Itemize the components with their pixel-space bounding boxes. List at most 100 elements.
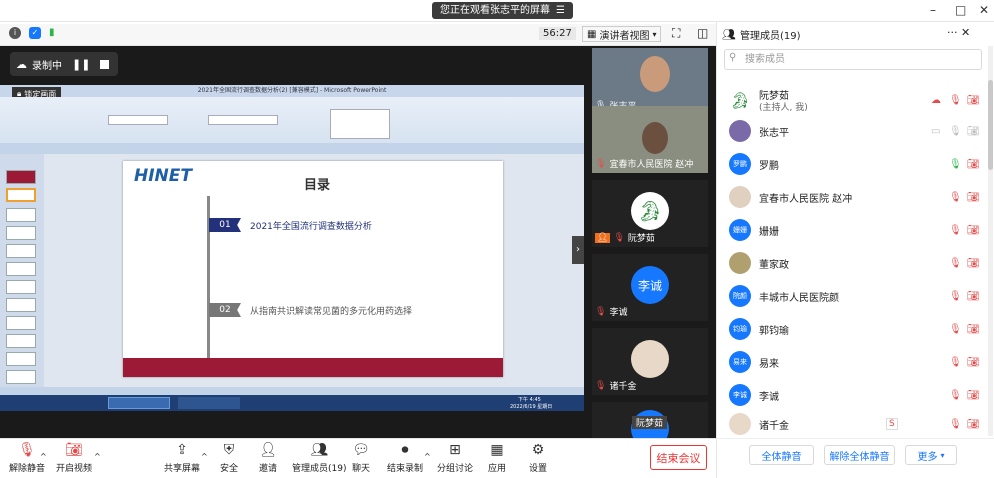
- hinet-logo: HINET: [134, 166, 192, 186]
- mic-off-icon[interactable]: 🎙︎: [949, 357, 962, 368]
- info-icon[interactable]: i: [9, 27, 21, 39]
- camera-off-icon[interactable]: 📷︎: [967, 95, 980, 106]
- ppt-title-bar: 2021年全国流行调查数据分析(2) [兼容模式] - Microsoft Po…: [0, 85, 584, 97]
- member-row[interactable]: 李诚 李诚 🎙︎ 📷︎: [716, 379, 984, 411]
- breakout-button[interactable]: ⊞ 分组讨论: [437, 442, 473, 474]
- fullscreen-icon[interactable]: ⛶: [672, 26, 680, 41]
- pause-icon[interactable]: ❚❚: [72, 58, 90, 71]
- more-button[interactable]: 更多 ▾: [905, 445, 957, 465]
- member-row[interactable]: 🐊︎ 阮梦茹 (主持人, 我) ☁ 🎙︎ 📷︎: [716, 84, 984, 116]
- video-tile[interactable]: 阮梦茹: [592, 402, 708, 438]
- camera-off-icon[interactable]: 📷︎: [967, 159, 980, 170]
- member-row[interactable]: 张志平 ▭ 🎙︎ 📷︎: [716, 115, 984, 147]
- invite-button[interactable]: 👤︎ 邀请: [259, 442, 277, 474]
- end-meeting-button[interactable]: 结束会议: [650, 445, 707, 470]
- avatar: 李诚: [631, 266, 669, 304]
- close-panel-icon[interactable]: ✕: [961, 26, 970, 39]
- slide-thumbnails[interactable]: [0, 154, 44, 388]
- avatar: 李诚: [729, 384, 751, 406]
- camera-off-icon[interactable]: 📷︎: [967, 192, 980, 203]
- member-row[interactable]: 董家政 🎙︎ 📷︎: [716, 247, 984, 279]
- avatar: [729, 413, 751, 435]
- scrollbar-thumb[interactable]: [988, 80, 993, 170]
- person-icon: 👤︎: [595, 232, 611, 243]
- manage-members-button[interactable]: 👥︎ 管理成员(19): [292, 442, 346, 474]
- add-user-icon: 👤︎: [259, 442, 277, 458]
- item-number-02: 02: [209, 303, 241, 317]
- video-tile[interactable]: 🎙︎ 宜春市人民医院 赵冲: [592, 106, 708, 173]
- collapse-arrow-icon[interactable]: ›: [572, 236, 584, 264]
- current-slide: [123, 161, 503, 377]
- unmute-all-button[interactable]: 解除全体静音: [824, 445, 895, 465]
- video-tile[interactable]: 🎙︎ 诸千金: [592, 328, 708, 395]
- mic-off-icon[interactable]: 🎙︎: [949, 390, 962, 401]
- apps-button[interactable]: ▦ 应用: [488, 442, 506, 474]
- camera-off-icon[interactable]: 📷︎: [967, 324, 980, 335]
- chevron-up-icon[interactable]: ^: [94, 452, 101, 461]
- avatar: [729, 186, 751, 208]
- member-row[interactable]: 院颜 丰城市人民医院颜 🎙︎ 📷︎: [716, 280, 984, 312]
- camera-off-icon[interactable]: 📷︎: [967, 225, 980, 236]
- more-icon[interactable]: ···: [947, 26, 958, 39]
- maximize-icon[interactable]: □: [955, 3, 966, 17]
- member-row[interactable]: 诸千金 S 🎙︎ 📷︎: [716, 412, 984, 436]
- camera-off-icon[interactable]: 📷︎: [967, 390, 980, 401]
- security-button[interactable]: ⛨ 安全: [220, 442, 238, 474]
- shield-icon[interactable]: ✓: [29, 27, 41, 39]
- view-mode-select[interactable]: ▦ 演讲者视图 ▾: [582, 26, 662, 42]
- avatar: [729, 252, 751, 274]
- cloud-icon: ☁: [16, 57, 27, 71]
- member-row[interactable]: 宜春市人民医院 赵冲 🎙︎ 📷︎: [716, 181, 984, 213]
- stop-icon[interactable]: [100, 59, 110, 69]
- breakout-icon: ⊞: [449, 442, 461, 458]
- screen-share-banner[interactable]: 您正在观看张志平的屏幕 ☰: [432, 2, 573, 19]
- mic-off-icon[interactable]: 🎙︎: [949, 291, 962, 302]
- video-tile[interactable]: 🐊︎ 👤︎ 🎙︎ 阮梦茹: [592, 180, 708, 247]
- mic-off-icon[interactable]: 🎙︎: [949, 192, 962, 203]
- sidebar-toggle-icon[interactable]: ◫: [697, 26, 708, 40]
- os-taskbar: 下午 4:45 2022/6/19 星期日: [0, 395, 584, 411]
- camera-off-icon[interactable]: 📷︎: [967, 291, 980, 302]
- search-input[interactable]: 搜索成员: [724, 49, 982, 70]
- users-icon: 👥︎: [310, 442, 329, 458]
- chevron-up-icon[interactable]: ^: [424, 452, 431, 461]
- chat-button[interactable]: 💬︎ 聊天: [352, 442, 370, 474]
- mic-off-icon: 🎙︎: [18, 442, 36, 458]
- apps-icon: ▦: [490, 442, 504, 458]
- mic-off-icon: 🎙︎: [613, 232, 625, 243]
- mic-off-icon[interactable]: 🎙︎: [949, 324, 962, 335]
- chevron-up-icon[interactable]: ^: [40, 452, 47, 461]
- chevron-up-icon[interactable]: ^: [201, 452, 208, 461]
- avatar: 罗鹏: [729, 153, 751, 175]
- settings-button[interactable]: ⚙ 设置: [529, 442, 547, 474]
- share-screen-button[interactable]: ⇪ 共享屏幕: [164, 442, 200, 474]
- gear-icon: ⚙: [531, 442, 545, 458]
- list-icon[interactable]: ☰: [556, 2, 565, 19]
- mute-all-button[interactable]: 全体静音: [749, 445, 814, 465]
- mic-off-icon[interactable]: 🎙︎: [949, 419, 962, 430]
- video-tile[interactable]: 李诚 🎙︎ 李诚: [592, 254, 708, 321]
- mic-off-icon[interactable]: 🎙︎: [949, 95, 962, 106]
- mic-on-icon[interactable]: 🎙︎: [949, 159, 962, 170]
- signal-icon[interactable]: ▮: [49, 27, 55, 38]
- member-row[interactable]: 易来 易来 🎙︎ 📷︎: [716, 346, 984, 378]
- close-icon[interactable]: ✕: [979, 3, 989, 17]
- camera-off-icon[interactable]: 📷︎: [967, 357, 980, 368]
- member-row[interactable]: 钧瑜 郭钧瑜 🎙︎ 📷︎: [716, 313, 984, 345]
- member-row[interactable]: 姗姗 姗姗 🎙︎ 📷︎: [716, 214, 984, 246]
- mic-off-icon[interactable]: 🎙︎: [949, 258, 962, 269]
- mic-off-icon[interactable]: 🎙︎: [949, 225, 962, 236]
- stop-record-icon: ⏺: [401, 442, 409, 458]
- banner-text: 您正在观看张志平的屏幕: [440, 5, 550, 16]
- camera-icon[interactable]: 📷︎: [967, 126, 980, 137]
- start-video-button[interactable]: 📷︎ 开启视频: [56, 442, 92, 474]
- member-row[interactable]: 罗鹏 罗鹏 🎙︎ 📷︎: [716, 148, 984, 180]
- avatar: 姗姗: [729, 219, 751, 241]
- minimize-icon[interactable]: –: [930, 3, 936, 17]
- video-tile[interactable]: 🎙︎张志平: [592, 48, 708, 115]
- end-recording-button[interactable]: ⏺ 结束录制: [387, 442, 423, 474]
- avatar: 🐊︎: [729, 89, 751, 111]
- camera-off-icon[interactable]: 📷︎: [967, 419, 980, 430]
- mic-icon[interactable]: 🎙︎: [949, 126, 962, 137]
- camera-off-icon[interactable]: 📷︎: [967, 258, 980, 269]
